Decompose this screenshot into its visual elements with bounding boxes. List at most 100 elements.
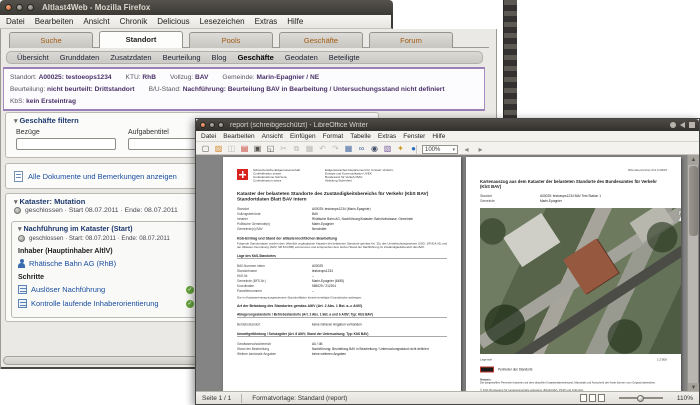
undo-icon[interactable]: ↶: [317, 143, 328, 154]
status-icon: [18, 235, 25, 242]
print-icon[interactable]: ▣: [252, 143, 263, 154]
bezuege-input[interactable]: [16, 138, 116, 150]
minimize-button[interactable]: [209, 122, 215, 128]
kataster-panel-header[interactable]: Kataster: Mutation: [14, 197, 85, 206]
vertical-scrollbar[interactable]: ▲ ▼: [687, 155, 699, 393]
background-window-scrollbar: [503, 0, 517, 124]
menu-item[interactable]: Extras: [378, 133, 396, 140]
app-tab[interactable]: Geschäfte: [279, 32, 363, 48]
subnav-item[interactable]: Blog: [212, 53, 227, 62]
writer-titlebar: report (schreibgeschützt) - LibreOffice …: [196, 119, 699, 131]
firefox-menubar: Datei Bearbeiten Ansicht Chronik Delicious Le…: [0, 15, 393, 29]
print-preview-icon[interactable]: ◱: [265, 143, 276, 154]
menu-item[interactable]: Ansicht: [262, 133, 283, 140]
task-icon: [18, 285, 27, 294]
cut-icon[interactable]: ✂: [278, 143, 289, 154]
export-pdf-icon[interactable]: ▤: [239, 143, 250, 154]
next-page-icon[interactable]: ▸: [475, 144, 486, 155]
filter-panel-header[interactable]: Geschäfte filtern: [14, 116, 78, 125]
new-document-icon[interactable]: ▢: [200, 143, 211, 154]
subnav-item[interactable]: Grunddaten: [60, 53, 100, 62]
app-tab[interactable]: Forum: [369, 32, 453, 48]
info-value: RhB: [142, 74, 156, 81]
zoom-slider-knob[interactable]: [636, 394, 644, 402]
menu-item[interactable]: Bearbeiten: [223, 133, 254, 140]
info-value: kein Ersteintrag: [26, 98, 76, 105]
menu-item[interactable]: Extras: [255, 17, 278, 26]
previous-page-icon[interactable]: ◂: [461, 144, 472, 155]
app-tab[interactable]: Pools: [189, 32, 273, 48]
subnav-item[interactable]: Geodaten: [285, 53, 318, 62]
scrollbar-thumb[interactable]: [689, 166, 698, 236]
open-icon[interactable]: ▨: [213, 143, 224, 154]
standort-data-rows: Standort A00025: testoeops1234 (Marin-Epa…: [237, 207, 414, 232]
menu-item[interactable]: Hilfe: [287, 17, 303, 26]
subnav-item[interactable]: Beteiligte: [329, 53, 360, 62]
task-icon: [18, 299, 27, 308]
app-tab[interactable]: Standort: [99, 31, 183, 48]
step-link[interactable]: Auslöser Nachführung: [31, 285, 182, 294]
menu-item[interactable]: Hilfe: [432, 133, 445, 140]
menu-item[interactable]: Fenster: [403, 133, 425, 140]
info-label: Gemeinde:: [222, 74, 255, 81]
subnav-item[interactable]: Beurteilung: [163, 53, 201, 62]
copy-icon[interactable]: ⧉: [291, 143, 302, 154]
menu-item[interactable]: Delicious: [157, 17, 189, 26]
close-button[interactable]: [5, 4, 12, 11]
keyboard-indicator-icon[interactable]: [689, 122, 695, 128]
menu-item[interactable]: Chronik: [120, 17, 148, 26]
menu-item[interactable]: Bearbeiten: [35, 17, 74, 26]
nachfuehrung-status-text: geschlossen · Start: 08.07.2011 · Ende: …: [29, 235, 170, 242]
menu-item[interactable]: Ansicht: [83, 17, 109, 26]
scroll-up-icon[interactable]: ▲: [688, 155, 699, 165]
minimize-button[interactable]: [16, 4, 23, 11]
subnav-item[interactable]: Zusatzdaten: [110, 53, 151, 62]
session-indicator-icon[interactable]: [670, 122, 676, 128]
multi-page-view-icon[interactable]: [588, 394, 596, 402]
section-paragraph: Folgende Standortdaten wurden dem öffent…: [237, 242, 447, 250]
firefox-titlebar: Altlast4Web - Mozilla Firefox: [0, 0, 393, 15]
menu-item[interactable]: Datei: [201, 133, 216, 140]
volume-indicator-icon[interactable]: [680, 122, 685, 128]
single-page-view-icon[interactable]: [579, 394, 587, 402]
nachfuehrung-header[interactable]: Nachführung im Kataster (Start): [18, 224, 132, 233]
section-title: Ablagerungsstandorte / Betriebsstandorte…: [237, 313, 447, 318]
inhaber-link[interactable]: Rhätische Bahn AG (RhB): [29, 259, 116, 268]
close-button[interactable]: [200, 122, 206, 128]
kataster-status-text: geschlossen · Start 08.07.2011 · Ende: 0…: [25, 207, 178, 214]
app-tab[interactable]: Suche: [9, 32, 93, 48]
swiss-cross-logo: [237, 169, 248, 180]
subnav-item[interactable]: Übersicht: [17, 53, 49, 62]
gallery-icon[interactable]: ▧: [382, 143, 393, 154]
report-page-1: Schweizerische Eidgenossenschaft Confédér…: [223, 157, 461, 393]
info-label: Beurteilung:: [10, 86, 46, 93]
info-value: Marin-Epagnier / NE: [256, 74, 320, 81]
subnav-item[interactable]: Geschäfte: [238, 53, 274, 62]
document-area: Schweizerische Eidgenossenschaft Confédér…: [196, 155, 699, 393]
zoom-select[interactable]: 100% ▾: [422, 145, 458, 154]
firefox-chrome: Altlast4Web - Mozilla Firefox Datei Bearb…: [0, 0, 393, 29]
info-value: A00025: testoeops1234: [38, 74, 112, 81]
menu-item[interactable]: Einfügen: [290, 133, 316, 140]
belastung-rows: Betriebsstandort keine näheren Angaben vo…: [237, 323, 362, 327]
maximize-button[interactable]: [27, 4, 34, 11]
section-title: KbS-Eintrag und Stand der altlastenrecht…: [237, 237, 337, 241]
menu-item[interactable]: Format: [323, 133, 344, 140]
writer-menubar: Datei Bearbeiten Ansicht Einfügen Format Tabe…: [196, 131, 699, 142]
step-link[interactable]: Kontrolle laufende Inhaberorientierung: [31, 299, 182, 308]
redo-icon[interactable]: ↷: [330, 143, 341, 154]
find-icon[interactable]: ✦: [395, 143, 406, 154]
navigator-icon[interactable]: ◉: [369, 143, 380, 154]
save-icon[interactable]: ◫: [226, 143, 237, 154]
menu-item[interactable]: Lesezeichen: [200, 17, 245, 26]
maximize-button[interactable]: [218, 122, 224, 128]
book-view-icon[interactable]: [597, 394, 605, 402]
hyperlink-icon[interactable]: ∞: [356, 143, 367, 154]
zoom-slider[interactable]: [618, 394, 663, 402]
all-documents-link[interactable]: Alle Dokumente und Bemerkungen anzeigen: [28, 172, 177, 181]
aufgabentitel-label: Aufgabentitel: [128, 129, 169, 136]
menu-item[interactable]: Tabelle: [350, 133, 371, 140]
table-icon[interactable]: ▦: [343, 143, 354, 154]
paste-icon[interactable]: ▦: [304, 143, 315, 154]
menu-item[interactable]: Datei: [6, 17, 25, 26]
